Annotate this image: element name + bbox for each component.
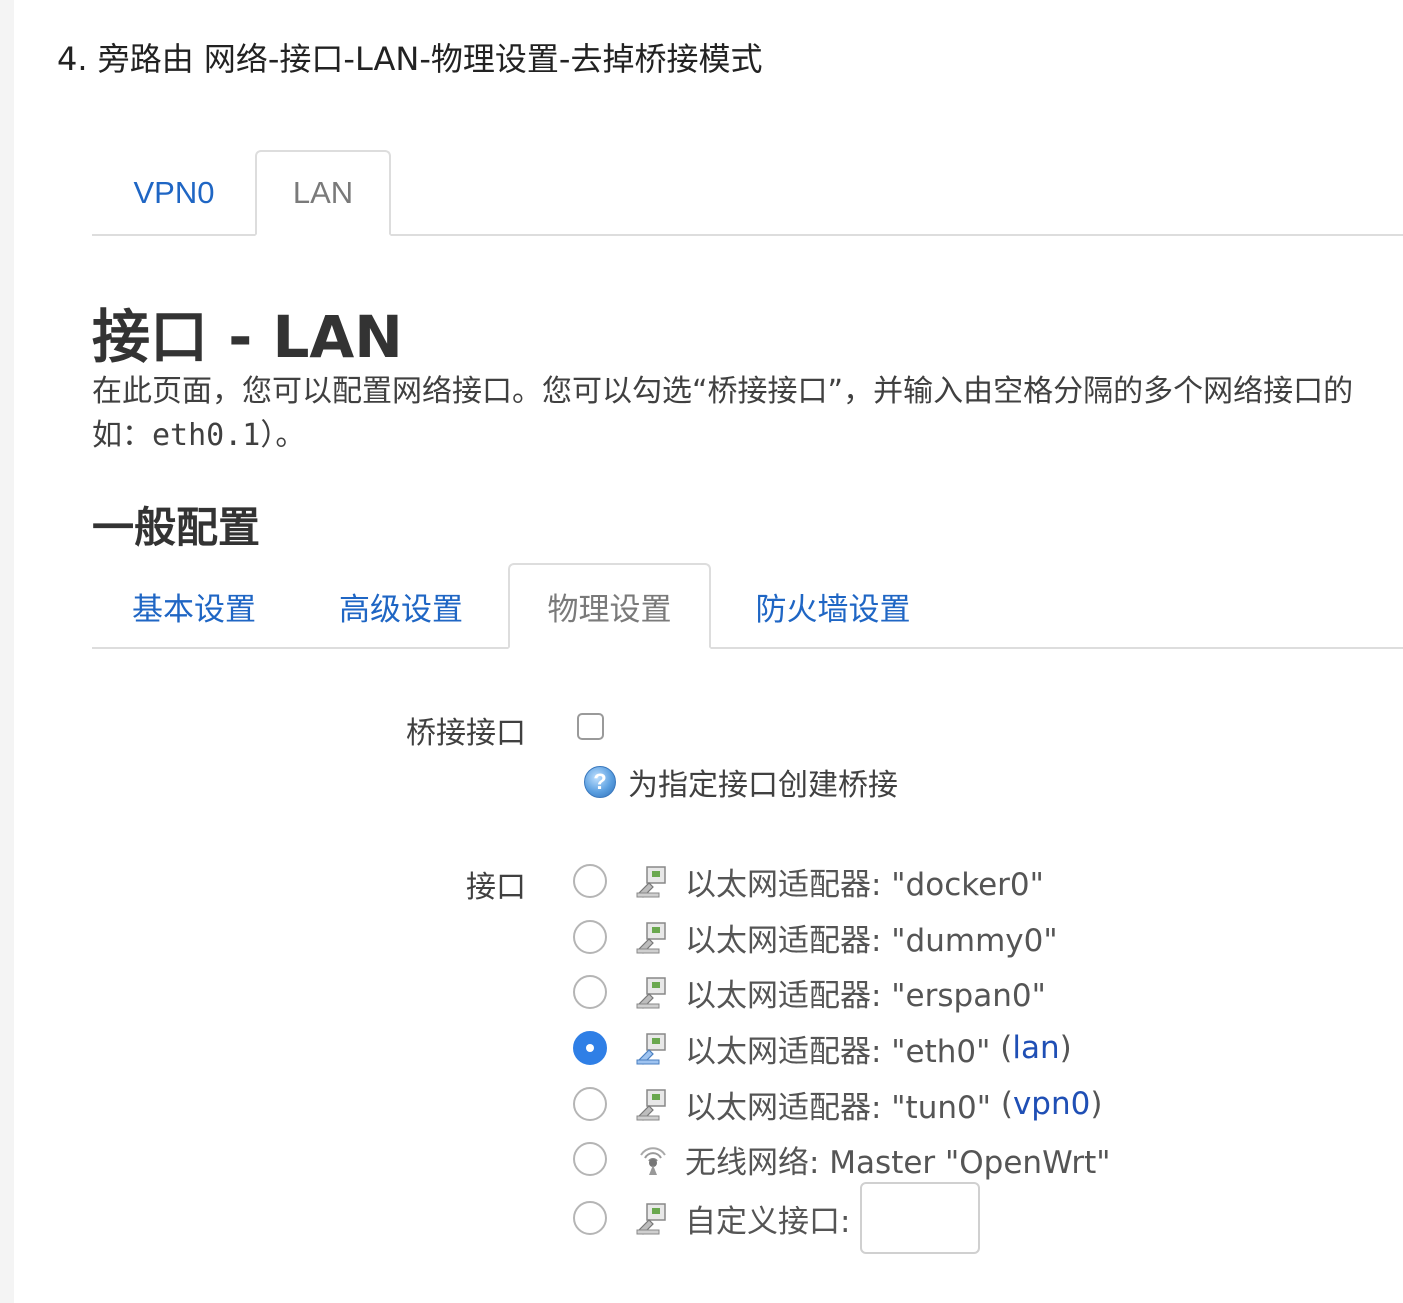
interface-option-text: 自定义接口: xyxy=(685,1203,851,1240)
interface-option-tun0[interactable]: 以太网适配器: "tun0" (vpn0) xyxy=(573,1082,1102,1126)
step-heading: 4. 旁路由 网络-接口-LAN-物理设置-去掉桥接模式 xyxy=(57,40,763,78)
bridge-interfaces-label: 桥接接口 xyxy=(406,716,526,751)
description-suffix: ）。 xyxy=(260,418,306,453)
interface-radio[interactable] xyxy=(573,920,607,954)
interface-option-text: 以太网适配器: "eth0" xyxy=(685,1033,991,1070)
description-line-2: 如：eth0.1）。 xyxy=(92,410,305,454)
ethernet-icon xyxy=(636,1089,666,1121)
tab-basic-settings[interactable]: 基本设置 xyxy=(92,563,296,649)
bridge-help-text: 为指定接口创建桥接 xyxy=(628,768,898,803)
question-icon: ? xyxy=(584,766,616,798)
ethernet-icon xyxy=(636,1203,666,1235)
interface-option-eth0[interactable]: 以太网适配器: "eth0" (lan) xyxy=(573,1026,1072,1070)
tab-physical-settings[interactable]: 物理设置 xyxy=(508,563,711,649)
tab-lan[interactable]: LAN xyxy=(255,150,391,236)
interface-option-text: 以太网适配器: "docker0" xyxy=(685,866,1044,903)
section-title: 一般配置 xyxy=(92,503,261,552)
description-prefix: 如： xyxy=(92,418,152,453)
bridge-help: ? 为指定接口创建桥接 xyxy=(584,760,898,804)
interface-option-wireless[interactable]: 无线网络: Master "OpenWrt" xyxy=(573,1137,1111,1181)
interface-option-dummy0[interactable]: 以太网适配器: "dummy0" xyxy=(573,915,1058,959)
ethernet-icon xyxy=(636,1033,666,1065)
bridge-interfaces-checkbox[interactable] xyxy=(577,713,604,740)
network-link-lan[interactable]: lan xyxy=(1012,1030,1059,1066)
ethernet-icon xyxy=(636,977,666,1009)
interface-option-custom[interactable]: 自定义接口: xyxy=(573,1182,981,1254)
interface-radio[interactable] xyxy=(573,1201,607,1235)
config-tabs: 基本设置 高级设置 物理设置 防火墙设置 xyxy=(92,563,1403,649)
interface-tabs: VPN0 LAN xyxy=(92,150,1403,236)
custom-interface-input[interactable] xyxy=(860,1182,981,1254)
tab-advanced-settings[interactable]: 高级设置 xyxy=(298,563,504,649)
interface-radio-selected[interactable] xyxy=(573,1031,607,1065)
ethernet-icon xyxy=(636,866,666,898)
interface-option-text: 以太网适配器: "dummy0" xyxy=(685,922,1058,959)
interface-option-text: 以太网适配器: "tun0" xyxy=(685,1089,991,1126)
description-line-1: 在此页面，您可以配置网络接口。您可以勾选“桥接接口”，并输入由空格分隔的多个网络… xyxy=(92,374,1354,409)
tab-firewall-settings[interactable]: 防火墙设置 xyxy=(714,563,952,649)
description-code: eth0.1 xyxy=(152,418,261,453)
interface-radio[interactable] xyxy=(573,1142,607,1176)
ethernet-icon xyxy=(636,922,666,954)
tab-vpn0[interactable]: VPN0 xyxy=(92,150,256,236)
left-rail xyxy=(0,0,14,1303)
interface-radio[interactable] xyxy=(573,975,607,1009)
interface-option-text: 以太网适配器: "erspan0" xyxy=(685,977,1046,1014)
page: 4. 旁路由 网络-接口-LAN-物理设置-去掉桥接模式 VPN0 LAN 接口… xyxy=(0,0,1403,1303)
interface-option-text: 无线网络: Master "OpenWrt" xyxy=(685,1144,1111,1181)
interface-option-erspan0[interactable]: 以太网适配器: "erspan0" xyxy=(573,970,1046,1014)
page-title: 接口 - LAN xyxy=(92,303,403,371)
interface-label: 接口 xyxy=(466,870,526,905)
wireless-icon xyxy=(640,1147,666,1175)
interface-radio[interactable] xyxy=(573,1087,607,1121)
interface-option-docker0[interactable]: 以太网适配器: "docker0" xyxy=(573,859,1044,903)
interface-radio[interactable] xyxy=(573,864,607,898)
network-link-vpn0[interactable]: vpn0 xyxy=(1013,1086,1090,1122)
